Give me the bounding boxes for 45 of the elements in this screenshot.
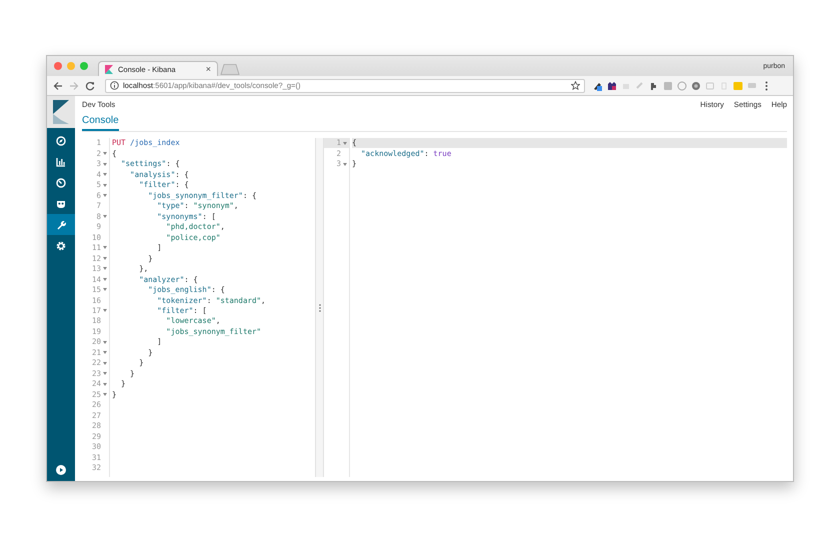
fold-arrow-icon[interactable] xyxy=(102,382,106,386)
circle-extension-icon[interactable] xyxy=(691,80,701,90)
gauge-icon xyxy=(56,178,66,188)
fold-arrow-icon[interactable] xyxy=(102,173,106,176)
fold-arrow-icon[interactable] xyxy=(102,278,106,281)
info-icon xyxy=(110,81,119,90)
kibana-logo-icon xyxy=(105,64,113,74)
close-tab-button[interactable]: × xyxy=(206,64,211,74)
settings-icon xyxy=(56,240,66,250)
fold-arrow-icon[interactable] xyxy=(102,194,106,198)
fold-arrow-icon[interactable] xyxy=(102,362,106,365)
fold-arrow-icon[interactable] xyxy=(102,256,106,260)
castle-extension-icon[interactable] xyxy=(607,80,617,90)
new-tab-button[interactable] xyxy=(220,64,240,75)
fold-arrow-icon[interactable] xyxy=(102,184,106,187)
close-window-icon[interactable] xyxy=(54,62,62,70)
globe-extension-icon[interactable] xyxy=(677,80,687,90)
bar-chart-icon xyxy=(56,156,66,166)
kibana-logo-icon[interactable] xyxy=(47,96,75,128)
fold-arrow-icon[interactable] xyxy=(342,142,346,145)
play-icon[interactable] xyxy=(56,465,66,475)
maximize-window-icon[interactable] xyxy=(80,62,88,70)
tab[interactable]: Console xyxy=(82,113,119,131)
fold-arrow-icon[interactable] xyxy=(102,267,106,270)
more-menu-icon[interactable] xyxy=(765,80,768,90)
pen-extension-icon[interactable] xyxy=(593,80,603,90)
reload-icon[interactable] xyxy=(85,80,95,90)
resize-handle[interactable] xyxy=(318,304,320,312)
fold-arrow-icon[interactable] xyxy=(102,288,106,292)
fold-arrow-icon[interactable] xyxy=(102,372,106,376)
back-icon[interactable] xyxy=(53,80,63,90)
fold-arrow-icon[interactable] xyxy=(102,309,106,312)
star-icon[interactable] xyxy=(571,81,580,90)
fold-arrow-icon[interactable] xyxy=(102,152,106,156)
sidebar-item[interactable] xyxy=(47,214,75,235)
fold-arrow-icon[interactable] xyxy=(102,215,106,218)
fold-arrow-icon[interactable] xyxy=(102,246,106,250)
fold-arrow-icon[interactable] xyxy=(102,392,106,396)
fold-arrow-icon[interactable] xyxy=(102,162,106,166)
mask-icon xyxy=(56,198,66,208)
fold-arrow-icon[interactable] xyxy=(342,162,346,166)
fold-arrow-icon[interactable] xyxy=(102,351,106,354)
wrench-icon xyxy=(56,220,66,230)
compass-icon xyxy=(56,136,66,146)
fold-arrow-icon[interactable] xyxy=(102,340,106,344)
